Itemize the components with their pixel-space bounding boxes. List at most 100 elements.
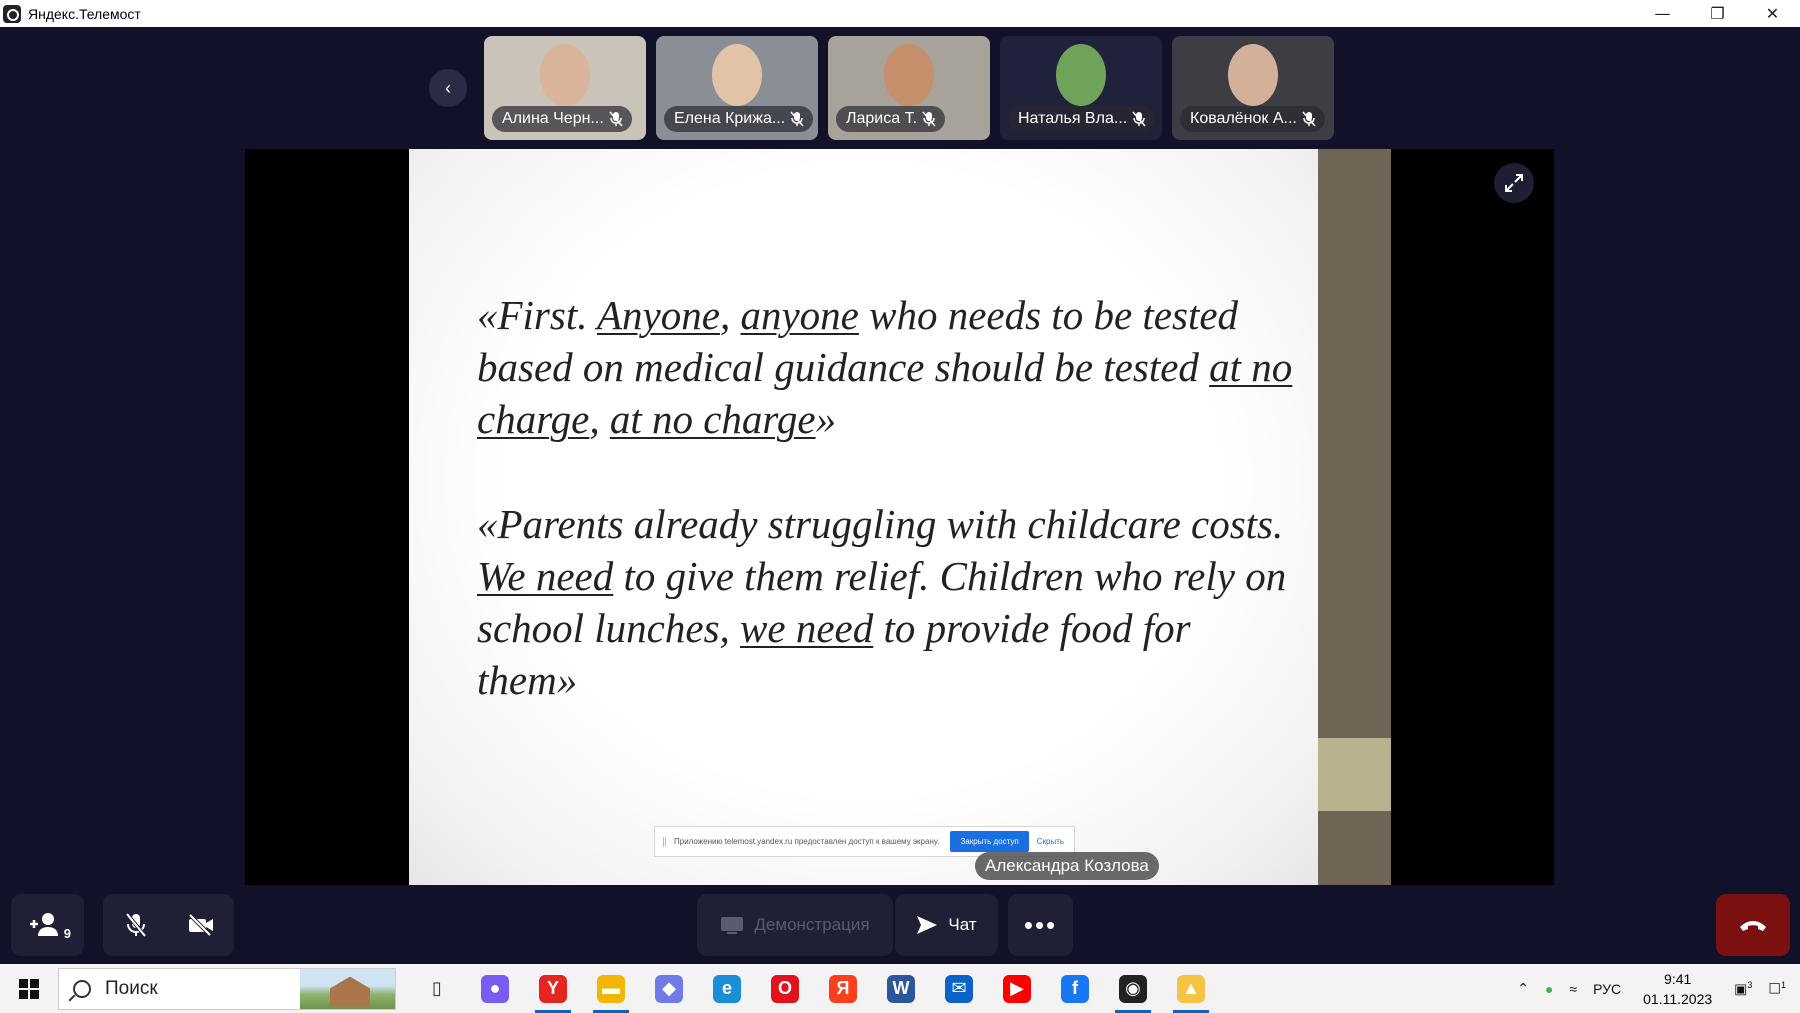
camera-off-icon[interactable]: [168, 894, 233, 956]
alice-icon: ●: [481, 974, 509, 1003]
quote-text: »: [815, 396, 837, 442]
stop-sharing-button[interactable]: Закрыть доступ: [950, 831, 1029, 852]
participant-tile[interactable]: Елена Крижа...: [656, 36, 818, 140]
fullscreen-icon[interactable]: [1494, 163, 1534, 203]
word-icon: W: [887, 974, 915, 1003]
notifications-icon[interactable]: ☐1: [1768, 980, 1786, 998]
participant-video: [1056, 44, 1106, 106]
microphone-off-icon[interactable]: [103, 894, 168, 956]
search-icon: [73, 979, 91, 998]
screen-share-icon: [721, 917, 744, 934]
send-icon: [917, 916, 938, 934]
taskbar-app-yandex[interactable]: Я: [814, 964, 872, 1013]
notice-text: Приложению telemost.yandex.ru предоставл…: [674, 837, 940, 846]
edge-icon: e: [713, 974, 741, 1003]
taskbar-app-task-view[interactable]: ▯: [408, 964, 466, 1013]
taskbar-app-copilot[interactable]: ◆: [640, 964, 698, 1013]
participant-tile[interactable]: Алина Черн...: [484, 36, 646, 140]
chevron-up-icon[interactable]: ⌃: [1517, 980, 1529, 997]
participant-video: [1228, 44, 1278, 106]
chat-label: Чат: [948, 915, 977, 934]
hide-notice-link[interactable]: Скрыть: [1037, 837, 1064, 846]
hang-up-icon: [1740, 921, 1766, 931]
file-explorer-icon: ▬: [597, 974, 625, 1003]
microphone-off-icon: [922, 111, 936, 127]
taskbar-app-telemost[interactable]: ◉: [1104, 964, 1162, 1013]
quote-text: ,: [589, 396, 610, 442]
restore-button[interactable]: ❐: [1690, 0, 1745, 27]
window-title: Яндекс.Телемост: [28, 5, 141, 22]
taskbar-app-yandex-browser[interactable]: Y: [524, 964, 582, 1013]
more-options-button[interactable]: •••: [1008, 894, 1073, 956]
windows-logo-icon: [19, 978, 39, 999]
wifi-icon[interactable]: ≈: [1569, 981, 1577, 997]
taskbar-app-file-explorer[interactable]: ▬: [582, 964, 640, 1013]
participant-name: Алина Черн...: [492, 106, 632, 132]
close-button[interactable]: ✕: [1745, 0, 1800, 27]
hang-up-button[interactable]: [1716, 894, 1790, 956]
search-placeholder: Поиск: [105, 977, 158, 999]
emphasized-text: Anyone: [597, 292, 720, 338]
chevron-left-icon[interactable]: ‹: [429, 69, 467, 107]
badge-icon[interactable]: ▣3: [1734, 980, 1752, 998]
minimize-button[interactable]: —: [1635, 0, 1690, 27]
title-bar: Яндекс.Телемост — ❐ ✕: [0, 0, 1800, 27]
media-controls: [103, 894, 234, 956]
add-user-icon: [29, 913, 58, 936]
screen-share-stage: «First. Anyone, anyone who needs to be t…: [245, 149, 1554, 885]
microphone-off-icon: [1132, 111, 1146, 127]
participants-count: 9: [63, 926, 71, 941]
system-tray: ⌃ ● ≈ РУС 9:41 01.11.2023 ▣3 ☐1: [1509, 964, 1800, 1013]
participant-tile[interactable]: Ковалёнок А...: [1172, 36, 1334, 140]
quote-text: ,: [719, 292, 741, 338]
participant-name: Наталья Вла...: [1008, 106, 1156, 132]
yandex-browser-icon: Y: [539, 974, 567, 1003]
badge-count: 3: [1747, 979, 1753, 990]
slide-quote-1: «First. Anyone, anyone who needs to be t…: [477, 289, 1297, 445]
taskbar-app-opera[interactable]: O: [756, 964, 814, 1013]
taskbar-app-mail[interactable]: ✉: [930, 964, 988, 1013]
telemost-icon: ◉: [1119, 974, 1147, 1003]
taskbar-search[interactable]: Поиск: [58, 967, 396, 1010]
participant-name: Елена Крижа...: [664, 106, 814, 132]
participant-name: Лариса Т.: [836, 106, 946, 132]
slide-quote-2: «Parents already struggling with childca…: [477, 498, 1297, 706]
screen-share-button[interactable]: Демонстрация: [697, 894, 893, 956]
yandex-disk-icon: ▲: [1177, 974, 1205, 1003]
language-indicator[interactable]: РУС: [1593, 981, 1621, 997]
taskbar-app-facebook[interactable]: f: [1046, 964, 1104, 1013]
notifications-count: 1: [1780, 979, 1786, 990]
participant-name: Ковалёнок А...: [1180, 106, 1325, 132]
active-speaker-label: Александра Козлова: [975, 852, 1159, 880]
task-view-icon: ▯: [432, 978, 442, 998]
emphasized-text: at no charge: [609, 396, 816, 442]
update-icon[interactable]: ●: [1545, 981, 1553, 997]
presentation-slide: «First. Anyone, anyone who needs to be t…: [409, 149, 1318, 885]
taskbar-app-yandex-disk[interactable]: ▲: [1162, 964, 1220, 1013]
participant-tile[interactable]: Наталья Вла...: [1000, 36, 1162, 140]
copilot-icon: ◆: [655, 974, 683, 1003]
participant-video: [884, 44, 934, 106]
participant-tiles: Алина Черн... Елена Крижа... Лариса Т. Ната…: [484, 36, 1334, 140]
participant-video: [540, 44, 590, 106]
taskbar-app-word[interactable]: W: [872, 964, 930, 1013]
clock-date: 01.11.2023: [1643, 990, 1713, 1007]
start-button[interactable]: [0, 964, 58, 1013]
emphasized-text: We need: [477, 553, 614, 599]
participants-button[interactable]: 9: [11, 894, 84, 956]
participant-tile[interactable]: Лариса Т.: [828, 36, 990, 140]
clock[interactable]: 9:41 01.11.2023: [1643, 969, 1712, 1009]
chat-button[interactable]: Чат: [895, 894, 998, 956]
windows-taskbar: Поиск ▯ ● Y ▬ ◆ e O Я W ✉ ▶ f ◉ ▲ ⌃ ● ≈ РУС 9:41 01.1…: [0, 964, 1800, 1013]
screen-share-label: Демонстрация: [754, 915, 870, 934]
drag-handle-icon[interactable]: [663, 836, 666, 847]
taskbar-app-youtube[interactable]: ▶: [988, 964, 1046, 1013]
taskbar-app-edge[interactable]: e: [698, 964, 756, 1013]
facebook-icon: f: [1061, 974, 1089, 1003]
participants-strip: ‹ Алина Черн... Елена Крижа... Лариса Т. На…: [429, 36, 1334, 140]
taskbar-app-alice[interactable]: ●: [466, 964, 524, 1013]
emphasized-text: anyone: [740, 292, 859, 338]
youtube-icon: ▶: [1003, 974, 1031, 1003]
window-controls: — ❐ ✕: [1635, 0, 1800, 27]
participant-video: [712, 44, 762, 106]
